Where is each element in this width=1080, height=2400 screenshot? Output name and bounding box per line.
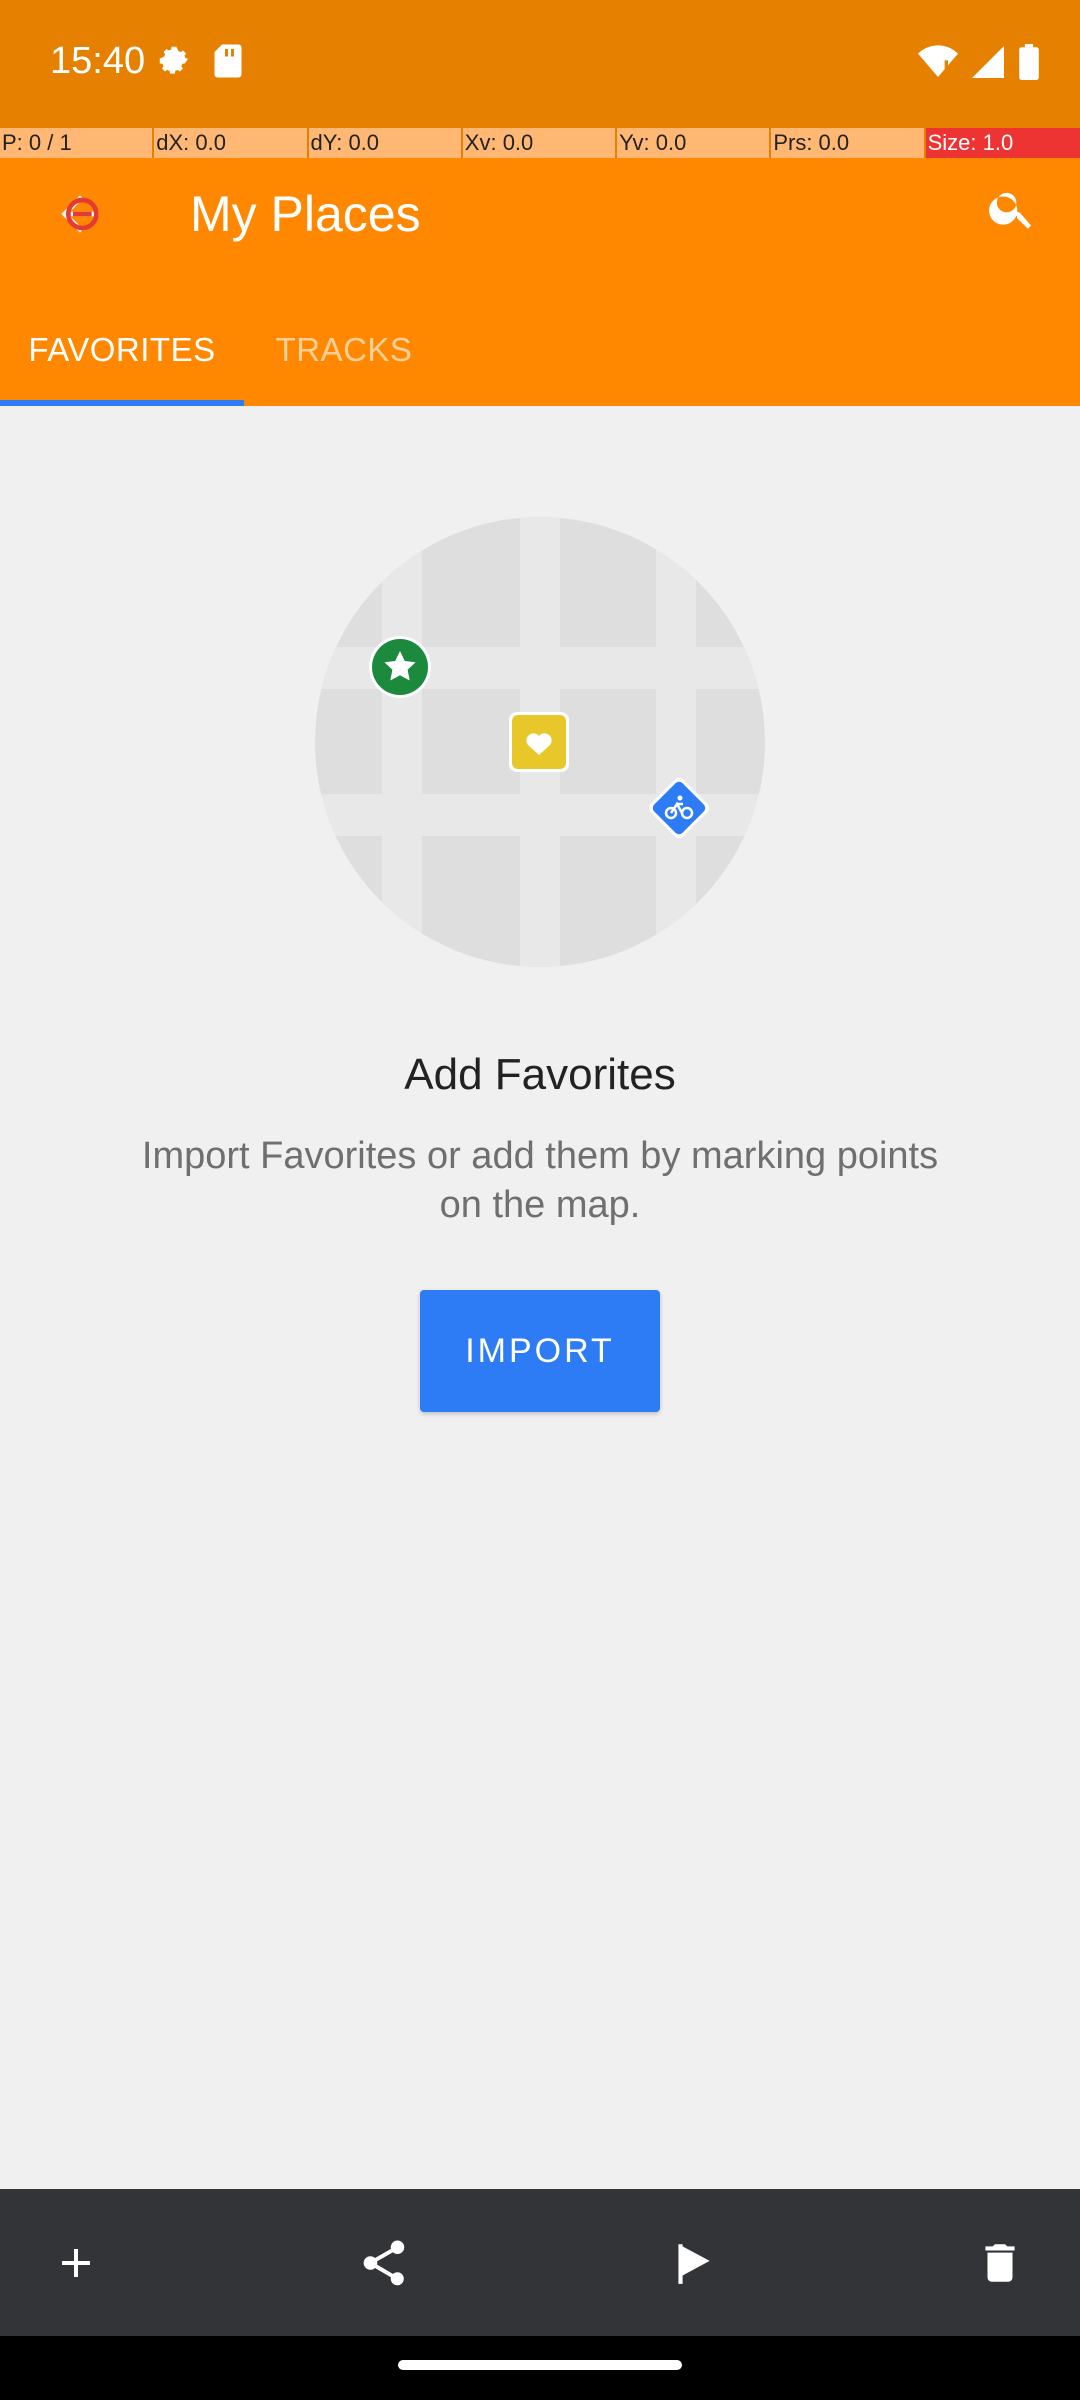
delete-button[interactable]	[940, 2189, 1060, 2336]
tab-bar: FAVORITES TRACKS	[0, 294, 444, 406]
flag-icon	[678, 2243, 710, 2284]
page-title: My Places	[190, 186, 421, 242]
pointer-dx: dX: 0.0	[154, 128, 309, 158]
wifi-icon	[918, 45, 958, 84]
tab-tracks-label: TRACKS	[275, 331, 413, 368]
pointer-yv: Yv: 0.0	[617, 128, 772, 158]
battery-icon	[1018, 44, 1040, 85]
pointer-size: Size: 1.0	[925, 128, 1080, 158]
tab-favorites-label: FAVORITES	[28, 331, 216, 368]
add-button[interactable]	[16, 2189, 136, 2336]
import-button[interactable]: IMPORT	[420, 1290, 660, 1412]
back-button[interactable]	[44, 178, 116, 250]
settings-icon	[155, 42, 193, 85]
bottom-action-bar	[0, 2189, 1080, 2336]
empty-state-title: Add Favorites	[404, 1050, 676, 1099]
tab-tracks[interactable]: TRACKS	[244, 294, 444, 406]
status-time: 15:40	[50, 40, 146, 82]
flag-button[interactable]	[633, 2189, 753, 2336]
home-gesture-pill[interactable]	[398, 2360, 682, 2370]
delete-icon	[985, 2243, 1015, 2282]
status-bar: 15:40	[0, 0, 1080, 128]
tab-favorites[interactable]: FAVORITES	[0, 294, 244, 406]
navigation-bar	[0, 2336, 1080, 2400]
pointer-pressure: Prs: 0.0	[771, 128, 926, 158]
pointer-location-overlay: P: 0 / 1 dX: 0.0 dY: 0.0 Xv: 0.0 Yv: 0.0…	[0, 128, 1080, 158]
status-right-icons	[918, 44, 1040, 85]
back-arrow-icon	[61, 195, 99, 233]
pointer-count: P: 0 / 1	[0, 128, 155, 158]
app-bar: My Places FAVORITES TRACKS	[0, 158, 1080, 406]
signal-icon	[972, 46, 1004, 83]
search-icon	[989, 192, 1032, 229]
star-marker-icon	[369, 636, 431, 698]
sd-card-icon	[213, 43, 243, 84]
pointer-dy: dY: 0.0	[308, 128, 463, 158]
empty-state-description: Import Favorites or add them by marking …	[141, 1135, 939, 1226]
favorites-map-illustration	[315, 517, 765, 967]
share-icon	[363, 2240, 405, 2285]
tab-indicator	[0, 400, 244, 406]
pointer-xv: Xv: 0.0	[462, 128, 618, 158]
heart-marker-icon	[509, 712, 569, 772]
share-button[interactable]	[324, 2189, 444, 2336]
search-button[interactable]	[974, 170, 1050, 246]
add-icon	[62, 2248, 90, 2277]
status-left-icons	[155, 42, 243, 85]
